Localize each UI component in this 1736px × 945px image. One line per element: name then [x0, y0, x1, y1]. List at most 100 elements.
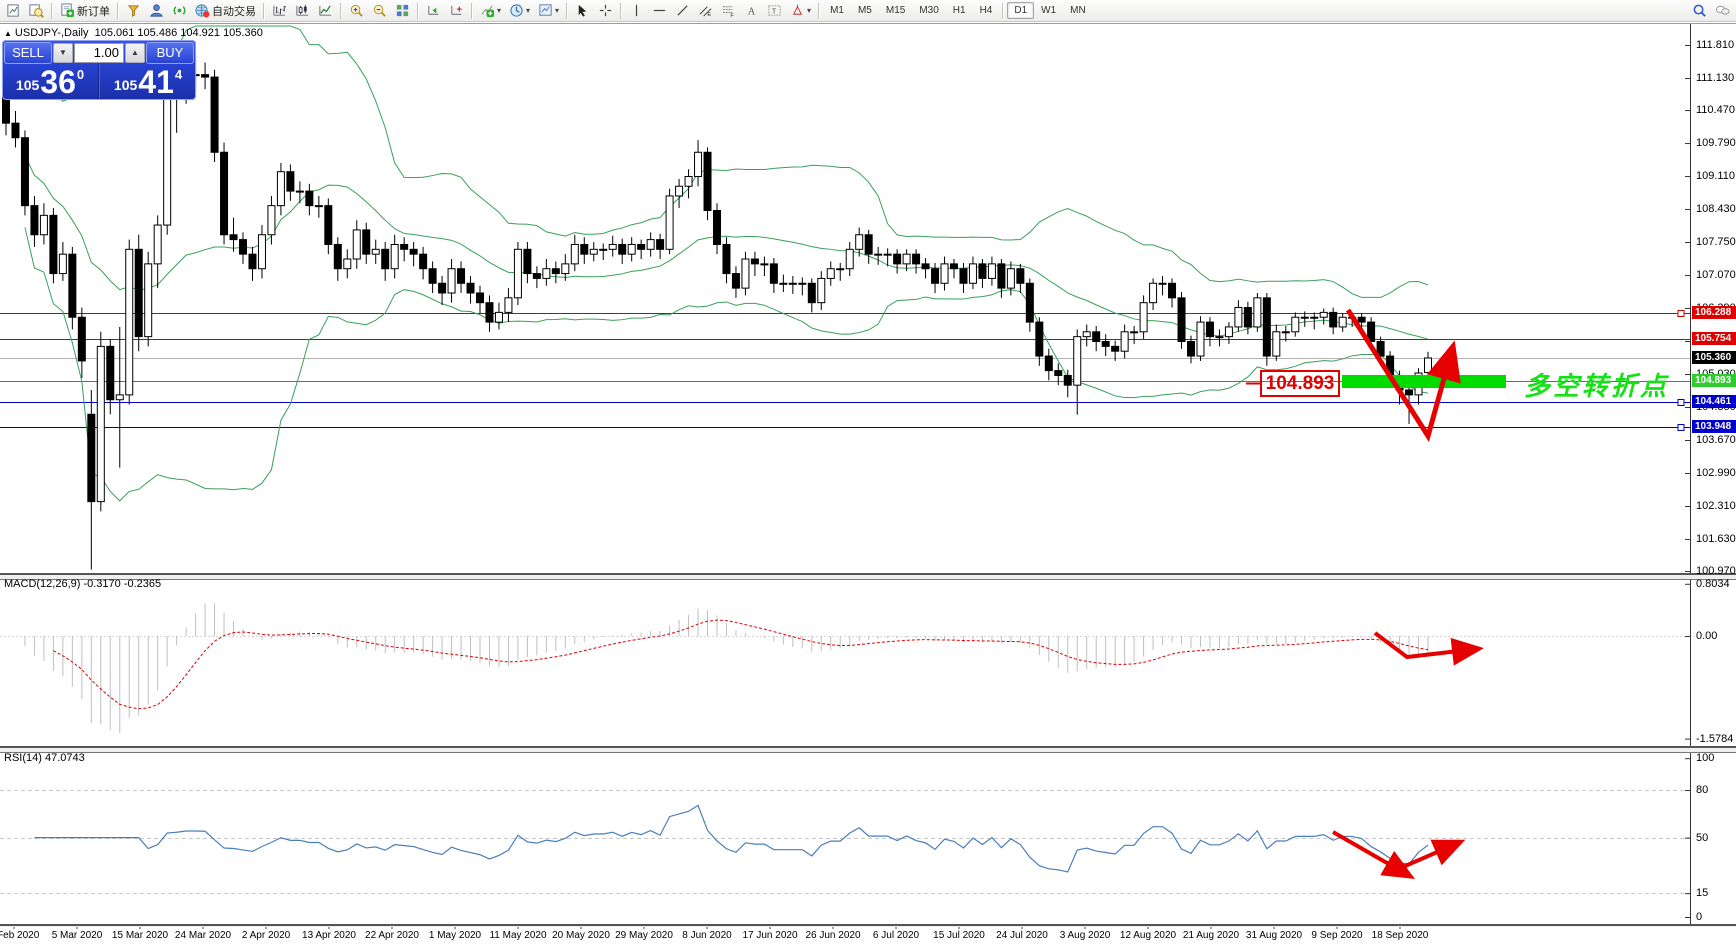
community-button[interactable] — [1712, 1, 1733, 21]
zoom-in-button[interactable] — [346, 1, 367, 21]
new-order-icon — [60, 3, 75, 18]
date-axis-label[interactable]: 21 Aug 2020 — [1183, 930, 1239, 941]
timeframe-d1-button[interactable]: D1 — [1007, 2, 1034, 19]
chart-shift-button[interactable] — [446, 1, 467, 21]
candle-chart-mode-button[interactable] — [292, 1, 313, 21]
timeframe-h4-button[interactable]: H4 — [973, 2, 1000, 19]
price-tick-label: 109.790 — [1696, 137, 1736, 149]
periods-button[interactable]: ▾ — [506, 1, 533, 21]
text-button[interactable]: A — [741, 1, 762, 21]
sell-price-point: 0 — [77, 67, 84, 82]
text-label-button[interactable]: T — [764, 1, 785, 21]
symbol-period-label: USDJPY-,Daily — [15, 27, 89, 39]
price-level-label[interactable]: 104.461 — [1692, 395, 1736, 408]
auto-scroll-button[interactable] — [423, 1, 444, 21]
auto-trading-button[interactable]: 自动交易 — [192, 1, 259, 21]
arrows-button[interactable]: ▾ — [787, 1, 814, 21]
search-button[interactable] — [1689, 1, 1710, 21]
date-axis-separator — [0, 924, 1736, 927]
date-axis-label[interactable]: 29 May 2020 — [615, 930, 673, 941]
one-click-trading-panel: SELL ▼ 1.00 ▲ BUY 105 36 0 105 41 4 — [2, 40, 196, 100]
auto-trading-label: 自动交易 — [212, 3, 256, 19]
bar-chart-mode-icon — [272, 3, 287, 18]
date-axis-label[interactable]: 22 Apr 2020 — [365, 930, 419, 941]
history-center-button[interactable] — [123, 1, 144, 21]
sell-button[interactable]: SELL — [4, 42, 52, 64]
buy-price[interactable]: 105 41 4 — [99, 64, 196, 98]
profiles-button[interactable] — [26, 1, 47, 21]
timeframe-h1-button[interactable]: H1 — [946, 2, 973, 19]
new-order-button[interactable]: 新订单 — [57, 1, 113, 21]
macd-pane-separator[interactable] — [0, 573, 1736, 580]
date-axis-label[interactable]: 5 Feb 2020 — [0, 930, 39, 941]
timeframe-m1-button[interactable]: M1 — [823, 2, 851, 19]
price-level-label[interactable]: 106.288 — [1692, 306, 1736, 319]
indicators-button[interactable]: ▾ — [477, 1, 504, 21]
date-axis-label[interactable]: 15 Mar 2020 — [112, 930, 168, 941]
date-axis-label[interactable]: 13 Apr 2020 — [302, 930, 356, 941]
chart-area[interactable] — [0, 23, 1736, 945]
buy-price-base: 105 — [114, 77, 137, 93]
timeframe-w1-button[interactable]: W1 — [1034, 2, 1063, 19]
price-level-label[interactable]: 104.893 — [1692, 374, 1736, 387]
date-axis-label[interactable]: 26 Jun 2020 — [805, 930, 860, 941]
date-axis-label[interactable]: 31 Aug 2020 — [1246, 930, 1302, 941]
date-axis-label[interactable]: 15 Jul 2020 — [933, 930, 985, 941]
volume-increase-button[interactable]: ▲ — [125, 43, 145, 63]
volume-decrease-button[interactable]: ▼ — [53, 43, 73, 63]
sell-price[interactable]: 105 36 0 — [2, 64, 99, 98]
price-level-label[interactable]: 105.754 — [1692, 332, 1736, 345]
price-level-label[interactable]: 103.948 — [1692, 420, 1736, 433]
tile-windows-button[interactable] — [392, 1, 413, 21]
chevron-down-icon[interactable]: ▾ — [807, 6, 811, 15]
date-axis-label[interactable]: 3 Aug 2020 — [1060, 930, 1111, 941]
date-axis-label[interactable]: 12 Aug 2020 — [1120, 930, 1176, 941]
new-chart-button[interactable] — [3, 1, 24, 21]
toolbar-separator — [51, 3, 53, 19]
trendline-button[interactable] — [672, 1, 693, 21]
zoom-out-button[interactable] — [369, 1, 390, 21]
date-axis-label[interactable]: 9 Sep 2020 — [1311, 930, 1362, 941]
timeframe-mn-button[interactable]: MN — [1063, 2, 1093, 19]
templates-button[interactable]: ▾ — [535, 1, 562, 21]
turning-point-label[interactable]: 多空转折点 — [1524, 366, 1669, 403]
volume-input[interactable]: 1.00 — [74, 43, 124, 63]
cursor-button[interactable] — [572, 1, 593, 21]
auto-scroll-icon — [426, 3, 441, 18]
date-axis-label[interactable]: 6 Jul 2020 — [873, 930, 919, 941]
date-axis-label[interactable]: 1 May 2020 — [429, 930, 481, 941]
timeframe-m5-button[interactable]: M5 — [851, 2, 879, 19]
macd-header: MACD(12,26,9) -0.3170 -0.2365 — [4, 578, 161, 590]
date-axis-label[interactable]: 11 May 2020 — [489, 930, 546, 941]
rsi-pane-separator[interactable] — [0, 746, 1736, 753]
date-axis-label[interactable]: 18 Sep 2020 — [1372, 930, 1429, 941]
line-chart-mode-button[interactable] — [315, 1, 336, 21]
chevron-down-icon[interactable]: ▾ — [555, 6, 559, 15]
date-axis-label[interactable]: 24 Jul 2020 — [996, 930, 1048, 941]
vertical-line-icon — [629, 3, 644, 18]
date-axis-label[interactable]: 2 Apr 2020 — [242, 930, 290, 941]
fibonacci-button[interactable]: F — [718, 1, 739, 21]
equidistant-channel-button[interactable]: E — [695, 1, 716, 21]
chevron-down-icon[interactable]: ▾ — [497, 6, 501, 15]
price-annotation-box[interactable]: 104.893 — [1260, 370, 1340, 397]
date-axis-label[interactable]: 5 Mar 2020 — [52, 930, 103, 941]
price-tick-label: 111.810 — [1696, 39, 1734, 51]
timeframe-m15-button[interactable]: M15 — [879, 2, 912, 19]
crosshair-button[interactable] — [595, 1, 616, 21]
bar-chart-mode-button[interactable] — [269, 1, 290, 21]
vertical-line-button[interactable] — [626, 1, 647, 21]
rsi-tick-label: 100 — [1696, 752, 1714, 764]
date-axis-label[interactable]: 17 Jun 2020 — [742, 930, 797, 941]
price-level-label[interactable]: 105.360 — [1692, 351, 1736, 364]
text-label-icon: T — [767, 3, 782, 18]
buy-button[interactable]: BUY — [146, 42, 194, 64]
date-axis-label[interactable]: 24 Mar 2020 — [175, 930, 231, 941]
signals-button[interactable] — [169, 1, 190, 21]
timeframe-m30-button[interactable]: M30 — [912, 2, 945, 19]
horizontal-line-button[interactable] — [649, 1, 670, 21]
date-axis-label[interactable]: 8 Jun 2020 — [682, 930, 732, 941]
date-axis-label[interactable]: 20 May 2020 — [552, 930, 610, 941]
terminal-button[interactable] — [146, 1, 167, 21]
chevron-down-icon[interactable]: ▾ — [526, 6, 530, 15]
